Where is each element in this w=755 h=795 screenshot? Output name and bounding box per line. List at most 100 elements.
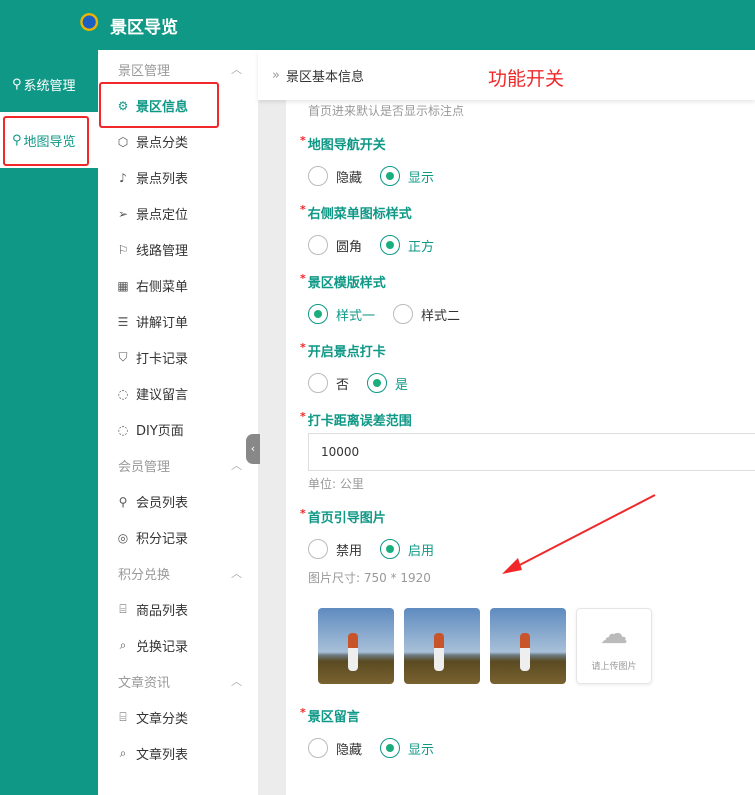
sidebar-item[interactable]: ⬡ 景点分类 [116, 132, 189, 152]
gift-icon: ⌸ [119, 602, 127, 616]
image-size-hint: 图片尺寸: 750 * 1920 [308, 571, 431, 585]
upload-image-button[interactable]: ☁ 请上传图片 [576, 608, 652, 684]
sidebar-item[interactable]: ⚐ 线路管理 [116, 240, 189, 260]
field-label: * 景区模版样式 [300, 272, 386, 291]
grid-icon: ▦ [117, 278, 129, 293]
radio-hide[interactable]: 隐藏 [308, 166, 362, 186]
sidebar-item-system[interactable]: ⚲ 系统管理 [0, 56, 98, 112]
user-icon: ⚲ [118, 494, 128, 509]
top-hint: 首页进来默认是否显示标注点 [308, 104, 465, 118]
form-content: 首页进来默认是否显示标注点 * 地图导航开关 隐藏 显示 * 右侧菜单图标样式 圆角… [286, 100, 755, 795]
sidebar-item[interactable]: ◌ 建议留言 [116, 384, 189, 404]
cloud-upload-icon: ☁ [600, 617, 628, 650]
radio-style-2[interactable]: 样式二 [393, 304, 460, 324]
cube-icon: ⬡ [117, 134, 129, 149]
sidebar-item[interactable]: ◌ DIY页面 [116, 420, 184, 440]
gift-icon: ⌸ [119, 710, 127, 724]
radio-no[interactable]: 否 [308, 373, 349, 393]
chevron-up-icon[interactable]: ︿ [231, 457, 242, 473]
sidebar-item-label: 右侧菜单 [136, 280, 189, 295]
breadcrumb-current: 景区基本信息 [285, 69, 364, 85]
guide-image-thumbnail[interactable] [490, 608, 566, 684]
sidebar-item[interactable]: ➢ 景点定位 [116, 204, 189, 224]
field-label: * 景区留言 [300, 706, 360, 725]
radio-disable[interactable]: 禁用 [308, 539, 362, 559]
sidebar-item-label: 讲解订单 [136, 316, 189, 331]
sidebar-item-label: 打卡记录 [136, 352, 189, 367]
sidebar-item-label: 文章分类 [136, 712, 189, 727]
medal-icon: ◎ [117, 530, 129, 545]
radio-group-map-nav: 隐藏 显示 [308, 166, 434, 186]
sidebar-item[interactable]: ▦ 右侧菜单 [116, 276, 189, 296]
sidebar-item[interactable]: ♪ 景点列表 [116, 168, 189, 188]
search-icon: ⌕ [119, 638, 127, 652]
sidebar-item[interactable]: ⚲ 会员列表 [116, 492, 189, 512]
radio-enable[interactable]: 启用 [380, 539, 434, 559]
radio-rounded[interactable]: 圆角 [308, 235, 362, 255]
radio-yes[interactable]: 是 [367, 373, 408, 393]
radio-style-1[interactable]: 样式一 [308, 304, 375, 324]
radio-show[interactable]: 显示 [380, 166, 434, 186]
sidebar-item-label: 积分记录 [136, 532, 189, 547]
radio-group-menu-icon: 圆角 正方 [308, 235, 434, 255]
sidebar-item-label: 景点列表 [136, 172, 189, 187]
music-note-icon: ♪ [119, 170, 127, 185]
sidebar-item-label: 景点分类 [136, 136, 189, 151]
field-label: * 打卡距离误差范围 [300, 410, 412, 429]
app-header: 景区导览 [0, 0, 755, 50]
sidebar-item[interactable]: ⛉ 打卡记录 [116, 348, 188, 367]
guide-image-thumbnail[interactable] [318, 608, 394, 684]
sidebar-item-label: 兑换记录 [136, 640, 189, 655]
radio-show[interactable]: 显示 [380, 738, 434, 758]
message-icon: ◌ [117, 386, 129, 401]
send-icon: ➢ [117, 206, 129, 221]
collapse-sidebar-button[interactable]: ‹ [246, 434, 260, 464]
app-title: 景区导览 [110, 18, 178, 38]
radio-group-guide-image: 禁用 启用 [308, 539, 434, 559]
unit-hint: 单位: 公里 [308, 477, 364, 491]
list-icon: ☰ [117, 314, 129, 329]
content-gutter [258, 100, 286, 795]
search-icon: ⌕ [119, 746, 127, 760]
sidebar-item[interactable]: ☰ 讲解订单 [116, 312, 189, 332]
highlight-box [99, 82, 219, 128]
range-input[interactable]: 10000 [308, 433, 755, 471]
radio-square[interactable]: 正方 [380, 235, 434, 255]
sidebar-item[interactable]: ⌕ 兑换记录 [116, 636, 188, 655]
double-chevron-icon: » [272, 67, 280, 83]
field-label: * 地图导航开关 [300, 134, 386, 153]
sidebar-item[interactable]: ⌸ 文章分类 [116, 708, 188, 727]
annotation-text: 功能开关 [488, 68, 565, 90]
chevron-up-icon[interactable]: ︿ [231, 61, 242, 77]
sidebar-group-header[interactable]: 会员管理 [118, 456, 170, 475]
highlight-box [3, 116, 89, 166]
field-label: * 右侧菜单图标样式 [300, 203, 412, 222]
field-label: * 首页引导图片 [300, 507, 386, 526]
sidebar-item-label: 建议留言 [136, 388, 189, 403]
chevron-up-icon[interactable]: ︿ [231, 565, 242, 581]
field-label: * 开启景点打卡 [300, 341, 386, 360]
sidebar-item-label: DIY页面 [136, 424, 184, 439]
radio-hide[interactable]: 隐藏 [308, 738, 362, 758]
sidebar-item[interactable]: ◎ 积分记录 [116, 528, 189, 548]
sidebar-group-header[interactable]: 文章资讯 [118, 672, 170, 691]
sidebar-item-label: 景点定位 [136, 208, 189, 223]
radio-group-checkin: 否 是 [308, 373, 408, 393]
sidebar-item-label: 会员列表 [136, 496, 189, 511]
user-icon: ⚲ [12, 76, 22, 92]
sidebar-item[interactable]: ⌸ 商品列表 [116, 600, 188, 619]
sidebar-item-label: 商品列表 [136, 604, 189, 619]
shield-icon: ⛉ [118, 350, 128, 364]
guide-image-thumbnail[interactable] [404, 608, 480, 684]
sidebar-item-label: 线路管理 [136, 244, 189, 259]
flag-icon: ⚐ [117, 242, 129, 257]
annotation-arrow [502, 494, 656, 574]
secondary-sidebar: 景区管理 ︿ ⚙ 景区信息 ⬡ 景点分类 ♪ 景点列表 ➢ 景点定位 ⚐ 线路管理 ▦ 右侧菜单 ☰ 讲解订单… [98, 50, 258, 795]
sidebar-item-label: 文章列表 [136, 748, 189, 763]
sidebar-item[interactable]: ⌕ 文章列表 [116, 744, 188, 763]
radio-group-message: 隐藏 显示 [308, 738, 434, 758]
sidebar-group-header[interactable]: 景区管理 [118, 60, 170, 79]
app-logo [76, 13, 100, 31]
sidebar-group-header[interactable]: 积分兑换 [118, 564, 170, 583]
chevron-up-icon[interactable]: ︿ [231, 673, 242, 689]
